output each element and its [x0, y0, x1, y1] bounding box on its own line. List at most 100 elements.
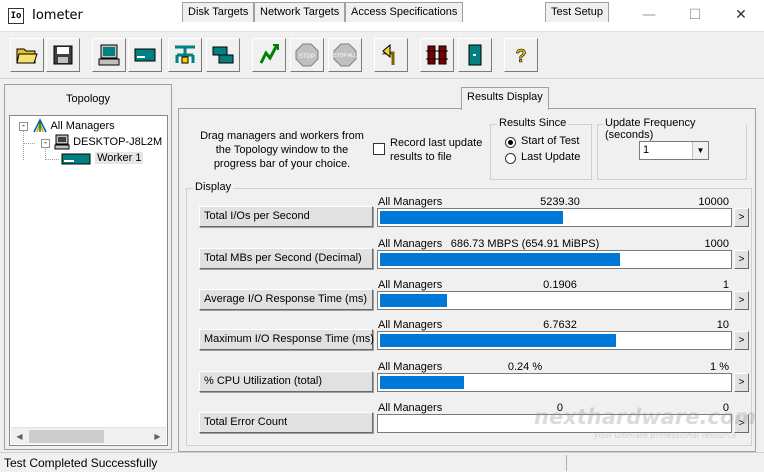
stop-icon-text: STOP [299, 54, 315, 60]
start-disk-worker-button[interactable] [128, 38, 162, 72]
topology-title: Topology [65, 93, 111, 105]
stop-all-button[interactable]: STOP ALL [328, 38, 362, 72]
computer-icon [54, 134, 70, 150]
metric-source: All Managers [378, 319, 443, 331]
expand-desktop-toggle[interactable]: - [41, 139, 50, 148]
scroll-thumb[interactable] [29, 430, 104, 443]
help-icon: ? [515, 46, 527, 67]
open-folder-icon [16, 48, 38, 64]
metric-value: 0.1906 [543, 279, 577, 291]
minimize-button[interactable]: — [626, 0, 672, 30]
status-separator [566, 455, 567, 471]
save-config-button[interactable] [46, 38, 80, 72]
metric-select-button[interactable]: Maximum I/O Response Time (ms) [199, 329, 374, 350]
maximize-button[interactable]: ☐ [672, 0, 718, 30]
new-manager-icon [98, 44, 120, 66]
metric-detail-arrow-button[interactable]: > [734, 208, 749, 227]
last-update-radio[interactable] [505, 153, 516, 164]
stop-all-icon-text: STOP ALL [333, 53, 357, 59]
update-frequency-select[interactable]: 1 ▼ [639, 141, 709, 160]
disconnect-button[interactable] [420, 38, 454, 72]
reset-workers-icon [381, 43, 395, 65]
tab-disk-targets[interactable]: Disk Targets [182, 2, 255, 22]
metric-progress-bar[interactable] [377, 208, 732, 227]
iometer-app-icon: Io [8, 8, 24, 24]
new-worker-disk-icon [134, 48, 156, 62]
metric-max: 1 % [710, 361, 729, 373]
topology-tree[interactable]: - All Managers - DESKTOP-J8L2M Worker 1 … [9, 115, 168, 446]
scroll-left-arrow-icon[interactable]: ◀ [11, 428, 28, 445]
close-button[interactable]: ✕ [718, 0, 764, 30]
start-tests-button[interactable] [252, 38, 286, 72]
start-of-test-radio[interactable] [505, 137, 516, 148]
help-button[interactable]: ? [504, 38, 538, 72]
status-text: Test Completed Successfully [4, 456, 158, 470]
chevron-down-icon[interactable]: ▼ [692, 142, 708, 159]
metric-progress-bar[interactable] [377, 414, 732, 433]
copy-worker-icon [212, 46, 234, 64]
metric-max: 10 [716, 319, 729, 331]
metric-detail-arrow-button[interactable]: > [734, 250, 749, 269]
last-update-label: Last Update [521, 151, 581, 163]
tree-item-label: Worker 1 [95, 152, 144, 164]
stop-icon: STOP [295, 43, 319, 67]
metric-detail-arrow-button[interactable]: > [734, 331, 749, 350]
metric-detail-arrow-button[interactable]: > [734, 291, 749, 310]
metric-select-button[interactable]: Total I/Os per Second [199, 206, 373, 227]
tree-item-label: All Managers [50, 120, 115, 132]
metric-progress-bar[interactable] [377, 373, 732, 392]
metric-detail-arrow-button[interactable]: > [734, 414, 749, 433]
record-results-checkbox[interactable] [373, 143, 385, 155]
worker-disk-icon [61, 153, 91, 165]
copy-worker-button[interactable] [206, 38, 240, 72]
tab-results-display[interactable]: Results Display [461, 87, 549, 110]
metric-value: 5239.30 [540, 196, 580, 208]
reset-workers-button[interactable] [374, 38, 408, 72]
metric-source: All Managers [378, 196, 443, 208]
results-since-legend: Results Since [497, 117, 569, 129]
status-bar: Test Completed Successfully [0, 452, 764, 472]
results-since-group: Results Since Start of Test Last Update [490, 117, 592, 180]
metric-select-button[interactable]: % CPU Utilization (total) [199, 371, 373, 392]
update-frequency-legend: Update Frequency (seconds) [603, 117, 746, 141]
metric-progress-bar[interactable] [377, 250, 732, 269]
record-results-label: Record last update results to file [390, 137, 483, 163]
start-of-test-label: Start of Test [521, 135, 580, 147]
expand-all-managers-toggle[interactable]: - [19, 122, 28, 131]
metric-value: 686.73 MBPS (654.91 MiBPS) [450, 238, 600, 250]
metric-value: 6.7632 [543, 319, 577, 331]
drag-instructions: Drag managers and workers from the Topol… [200, 130, 364, 170]
metric-progress-fill [380, 376, 464, 389]
metric-progress-fill [380, 334, 616, 347]
metric-select-button[interactable]: Average I/O Response Time (ms) [199, 289, 373, 310]
start-network-worker-button[interactable] [168, 38, 202, 72]
window-title: Iometer [32, 8, 83, 23]
metric-select-button[interactable]: Total Error Count [199, 412, 373, 433]
scroll-right-arrow-icon[interactable]: ▶ [149, 428, 166, 445]
tab-test-setup[interactable]: Test Setup [545, 2, 609, 22]
open-config-button[interactable] [10, 38, 44, 72]
metric-progress-bar[interactable] [377, 291, 732, 310]
metric-detail-arrow-button[interactable]: > [734, 373, 749, 392]
toolbar: STOP STOP ALL ? [0, 33, 764, 79]
all-managers-icon [33, 118, 47, 133]
svg-text:?: ? [516, 46, 527, 66]
metric-progress-fill [380, 211, 563, 224]
metric-max: 1 [722, 279, 729, 291]
tree-item-label: DESKTOP-J8L2M [73, 136, 163, 148]
tree-item-all-managers[interactable]: All Managers [32, 118, 115, 134]
metric-max: 0 [722, 402, 729, 414]
tab-network-targets[interactable]: Network Targets [254, 2, 346, 22]
tree-horizontal-scrollbar[interactable]: ◀ ▶ [11, 427, 166, 444]
stop-all-icon: STOP ALL [333, 43, 357, 67]
start-new-manager-button[interactable] [92, 38, 126, 72]
exit-button[interactable] [458, 38, 492, 72]
tree-item-worker-1[interactable]: Worker 1 [58, 150, 144, 166]
tab-access-specifications[interactable]: Access Specifications [345, 2, 464, 22]
metric-value: 0 [556, 402, 563, 414]
stop-test-button[interactable]: STOP [290, 38, 324, 72]
exit-icon [468, 44, 482, 66]
metric-select-button[interactable]: Total MBs per Second (Decimal) [199, 248, 373, 269]
tree-item-desktop[interactable]: DESKTOP-J8L2M [54, 134, 162, 150]
metric-progress-bar[interactable] [377, 331, 732, 350]
